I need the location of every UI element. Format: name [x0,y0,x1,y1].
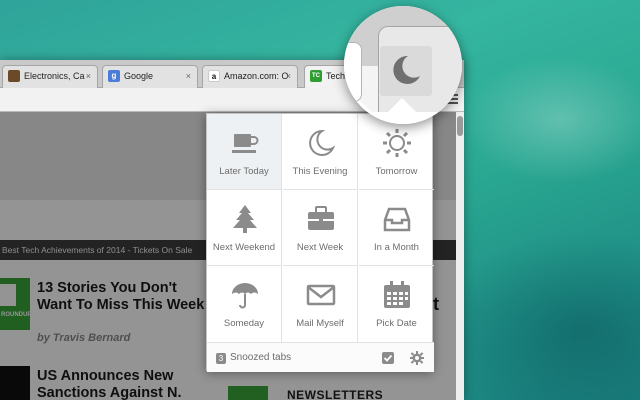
zoomed-popup-top [344,112,462,124]
calendar-icon [384,281,410,308]
snooze-in-a-month[interactable]: In a Month [359,190,434,266]
option-label: In a Month [374,242,419,253]
moon-icon [309,129,336,156]
snooze-next-weekend[interactable]: Next Weekend [207,190,282,266]
inbox-tray-icon [383,207,411,232]
option-label: Tomorrow [375,166,418,177]
envelope-icon [306,284,336,306]
snooze-popup: Later Today This Evening Tomorrow Next W… [206,113,434,372]
tab-title: Amazon.com: O [224,71,289,81]
option-label: Pick Date [376,318,417,329]
tab-ebay[interactable]: Electronics, Ca × [2,65,98,88]
option-label: This Evening [292,166,348,177]
close-tab-icon[interactable]: × [286,66,291,87]
tree-icon [233,205,257,233]
ebay-favicon [8,70,20,82]
briefcase-icon [308,206,334,230]
option-label: Mail Myself [296,318,344,329]
gear-icon[interactable] [410,351,424,365]
option-label: Next Weekend [212,242,276,253]
sun-icon [383,129,411,157]
moon-icon [393,55,420,84]
popup-pointer-arrow [388,98,416,112]
google-favicon: g [108,70,120,82]
snooze-mail-myself[interactable]: Mail Myself [283,266,358,342]
close-tab-icon[interactable]: × [186,66,191,87]
tab-title: Electronics, Ca [24,71,85,81]
snooze-options-grid: Later Today This Evening Tomorrow Next W… [207,114,434,342]
umbrella-icon [232,283,258,309]
checkbox-icon[interactable] [382,352,394,364]
page-scrollbar[interactable] [456,112,464,400]
tab-amazon[interactable]: a Amazon.com: O × [202,65,298,88]
snooze-next-week[interactable]: Next Week [283,190,358,266]
tab-google[interactable]: g Google × [102,65,198,88]
snooze-someday[interactable]: Someday [207,266,282,342]
zoomed-address-bar-edge [344,42,362,102]
snoozed-count-badge: 3 [216,353,226,364]
amazon-favicon: a [208,70,220,82]
coffee-cup-icon [232,134,259,153]
close-tab-icon[interactable]: × [86,66,91,87]
snooze-tomorrow[interactable]: Tomorrow [359,114,434,190]
popup-footer: 3 Snoozed tabs [207,342,434,372]
snoozed-tabs-link[interactable]: Snoozed tabs [230,352,291,363]
snooze-this-evening[interactable]: This Evening [283,114,358,190]
tab-title: Google [124,71,154,81]
option-label: Next Week [296,242,344,253]
zoom-magnifier [344,6,462,124]
techcrunch-favicon: TC [310,70,322,82]
option-label: Later Today [219,166,269,177]
snooze-later-today[interactable]: Later Today [207,114,282,190]
snooze-pick-date[interactable]: Pick Date [359,266,434,342]
option-label: Someday [223,318,265,329]
